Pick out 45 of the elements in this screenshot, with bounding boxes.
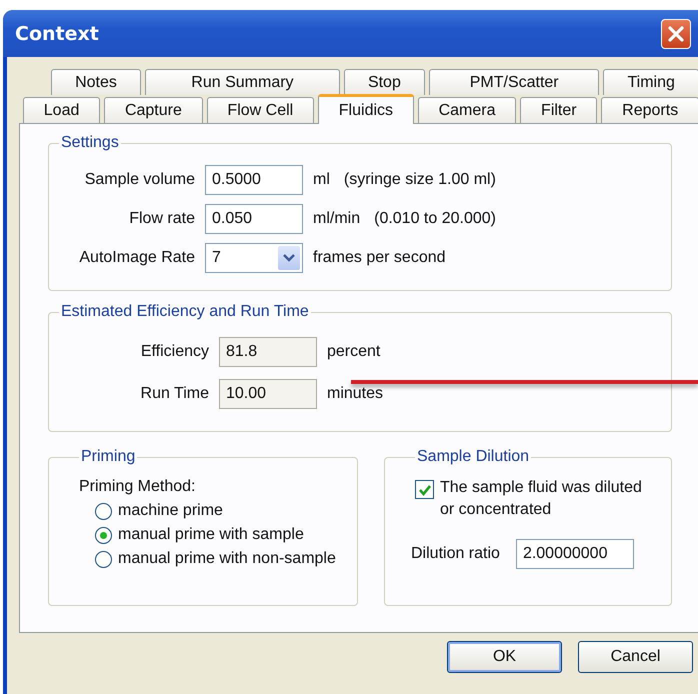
tab[interactable]: Run Summary	[145, 69, 340, 95]
tab[interactable]: Notes	[51, 69, 141, 95]
tab[interactable]: Reports	[601, 97, 698, 123]
tab[interactable]: Load	[23, 97, 100, 123]
field-label: Run Time	[140, 385, 209, 403]
tab[interactable]: Filter	[520, 97, 598, 123]
unit-label: percent	[327, 343, 380, 361]
tab[interactable]: Fluidics	[318, 94, 414, 124]
checkmark-icon	[418, 482, 432, 496]
ratio-field[interactable]: 2.00000000	[516, 539, 634, 569]
group-title: Sample Dilution	[416, 448, 530, 466]
input-field[interactable]: 0.5000	[205, 165, 303, 195]
field-label: Dilution ratio	[411, 545, 500, 563]
dialog-button[interactable]: Cancel	[578, 641, 693, 673]
field-label: Sample volume	[84, 171, 195, 189]
tab[interactable]: Capture	[104, 97, 203, 123]
dilution-checkbox[interactable]: The sample fluid was diluted or concentrated	[415, 480, 655, 521]
unit-label: minutes	[327, 385, 384, 403]
rate-dropdown[interactable]: 7	[205, 243, 303, 273]
close-button[interactable]	[661, 18, 691, 48]
tab[interactable]: Flow Cell	[206, 97, 314, 123]
unit-label: frames per second	[313, 249, 446, 267]
tab[interactable]: Timing	[603, 69, 698, 95]
tab[interactable]: PMT/Scatter	[428, 69, 600, 95]
radio-option[interactable]: manual prime with non-sample	[95, 550, 339, 568]
group-title: Settings	[60, 134, 120, 152]
range-note: (0.010 to 20.000)	[374, 210, 496, 228]
radio-option[interactable]: machine prime	[95, 502, 339, 520]
field-label: AutoImage Rate	[78, 249, 195, 267]
unit-label: ml	[313, 171, 330, 189]
group-title: Estimated Efficiency and Run Time	[60, 303, 310, 321]
dialog-button[interactable]: OK	[447, 641, 562, 673]
input-field[interactable]: 0.050	[205, 204, 303, 234]
unit-label: ml/min	[313, 210, 360, 228]
window-title: Context	[15, 22, 99, 44]
range-note: (syringe size 1.00 ml)	[344, 171, 496, 189]
field-label: Flow rate	[128, 210, 195, 228]
method-label: Priming Method:	[79, 478, 196, 496]
readout-field[interactable]: 81.8	[219, 337, 317, 367]
group-title: Priming	[80, 448, 136, 466]
readout-field[interactable]: 10.00	[219, 379, 317, 409]
tab[interactable]: Stop	[344, 69, 425, 95]
field-label: Efficiency	[140, 343, 209, 361]
tab[interactable]: Camera	[418, 97, 516, 123]
radio-option[interactable]: manual prime with sample	[95, 526, 339, 544]
